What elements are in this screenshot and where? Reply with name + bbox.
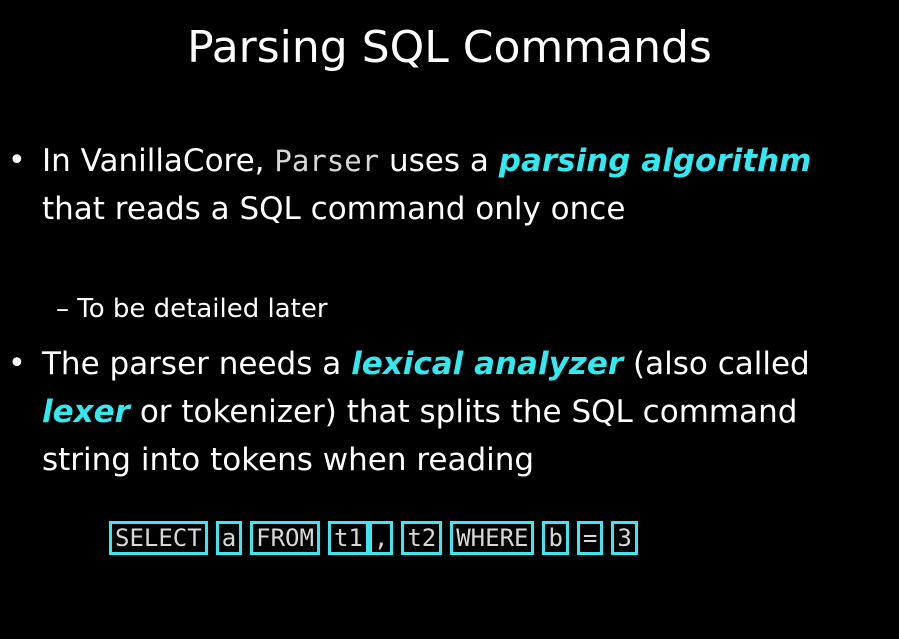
lexer-emphasis: lexer [42,394,130,430]
parser-code: Parser [274,144,380,178]
token-box: SELECT [109,521,208,555]
bullet-2-text: The parser needs a lexical analyzer (als… [42,340,872,484]
sub-bullet: – To be detailed later [56,294,328,324]
token-box: = [576,521,604,555]
token-box: FROM [250,521,320,555]
token-box: t1 [327,521,369,555]
bullet-2-text-b: (also called [623,346,810,382]
token-box: 3 [611,521,638,555]
token-box: t2 [401,521,443,555]
lexical-analyzer-emphasis: lexical analyzer [351,346,624,382]
bullet-dot: • [8,143,26,178]
token-box: a [215,521,243,555]
parsing-algorithm-emphasis: parsing algorithm [498,143,812,179]
bullet-2-text-c: or tokenizer) that splits the SQL comman… [42,394,798,478]
bullet-1-text-c: that reads a SQL command only once [42,191,626,227]
slide: Parsing SQL Commands • In VanillaCore, P… [0,0,899,639]
token-box: , [368,521,394,555]
bullet-dot: • [8,346,26,381]
bullet-1-text-a: In VanillaCore, [42,143,275,179]
slide-title: Parsing SQL Commands [187,22,712,73]
bullet-1-text: In VanillaCore, Parser uses a parsing al… [42,137,872,233]
bullet-2-text-a: The parser needs a [42,346,352,382]
token-box: b [542,521,569,555]
token-row: SELECT a FROM t1 , t2 WHERE b = 3 [109,519,646,557]
bullet-1-text-b: uses a [379,143,499,179]
token-box: WHERE [450,521,535,555]
